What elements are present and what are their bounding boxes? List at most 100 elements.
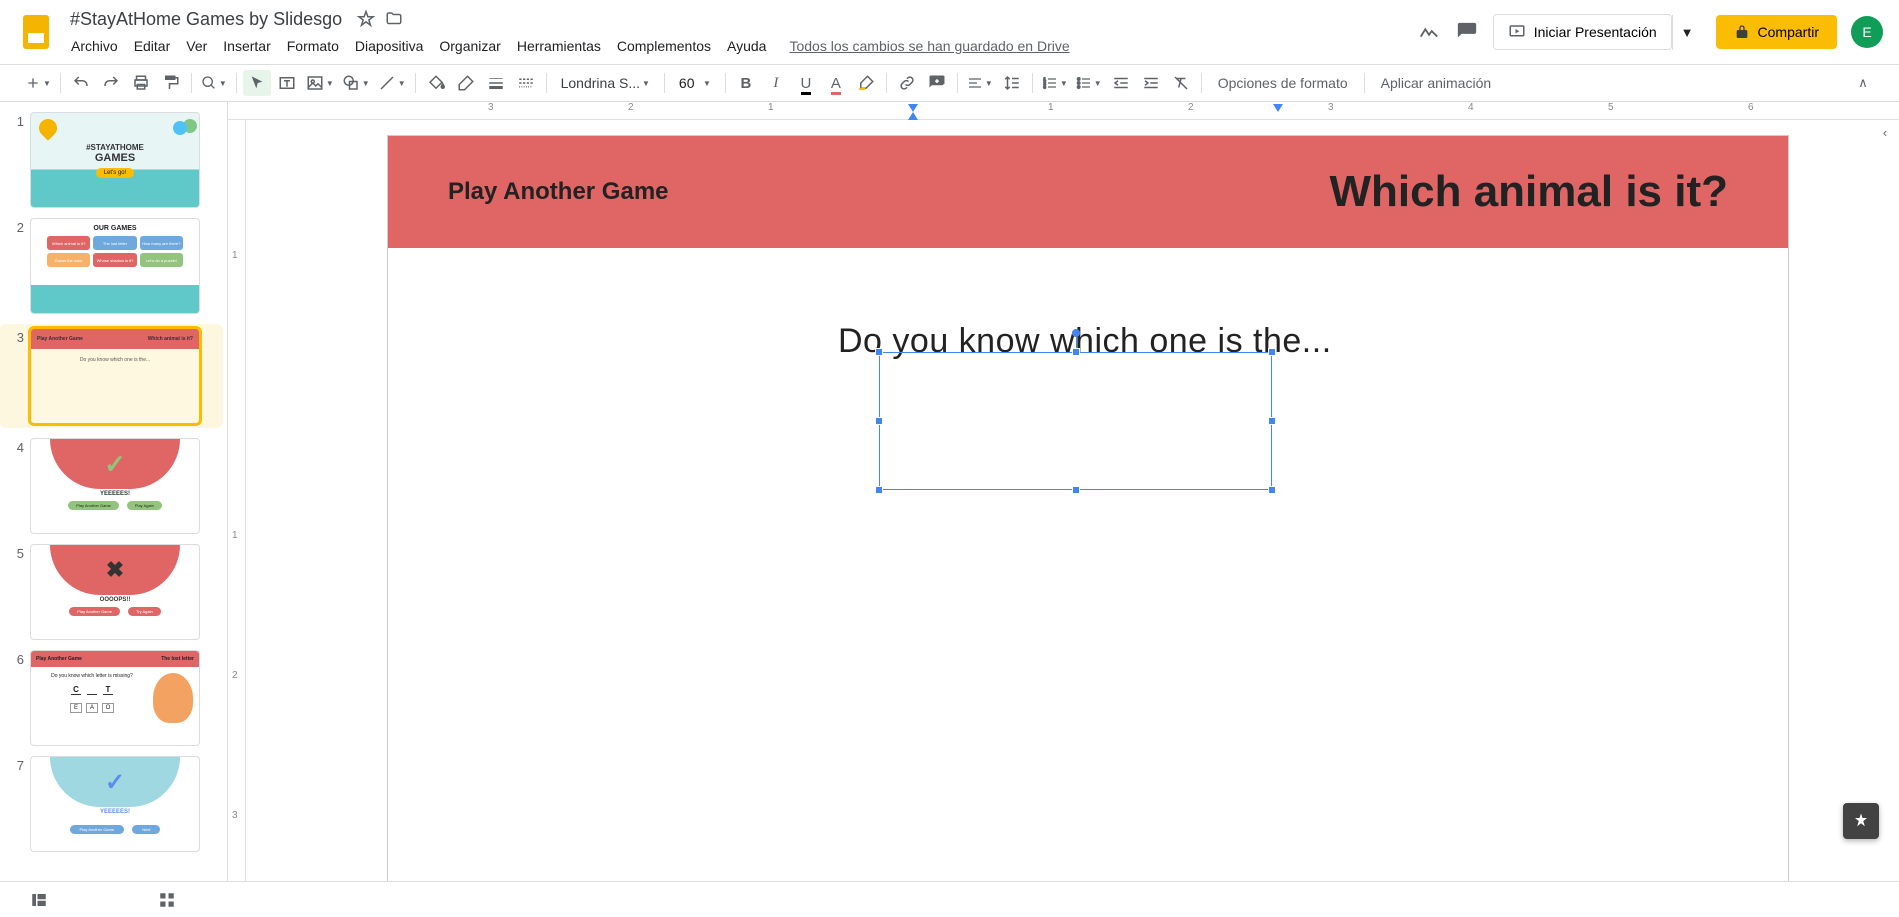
font-name-label: Londrina S... bbox=[561, 75, 640, 91]
save-status[interactable]: Todos los cambios se han guardado en Dri… bbox=[789, 34, 1069, 58]
thumb-label: YEEEEES! bbox=[100, 809, 130, 815]
highlight-button[interactable] bbox=[852, 70, 880, 96]
resize-handle-ne[interactable] bbox=[1268, 348, 1276, 356]
menu-view[interactable]: Ver bbox=[179, 34, 214, 58]
indent-increase-button[interactable] bbox=[1137, 70, 1165, 96]
menu-insert[interactable]: Insertar bbox=[216, 34, 277, 58]
slide-number: 6 bbox=[8, 650, 24, 746]
paint-format-button[interactable] bbox=[157, 70, 185, 96]
menu-edit[interactable]: Editar bbox=[127, 34, 178, 58]
menu-arrange[interactable]: Organizar bbox=[432, 34, 507, 58]
resize-handle-nw[interactable] bbox=[875, 348, 883, 356]
slide-thumb-1[interactable]: 1 #STAYATHOME GAMES Let's go! bbox=[0, 112, 223, 208]
line-tool[interactable]: ▼ bbox=[375, 70, 409, 96]
comments-icon[interactable] bbox=[1455, 20, 1479, 44]
slide-panel[interactable]: 1 #STAYATHOME GAMES Let's go! 2 OUR GAME… bbox=[0, 102, 228, 881]
link-button[interactable] bbox=[893, 70, 921, 96]
zoom-button[interactable]: ▼ bbox=[198, 70, 230, 96]
apply-animation-button[interactable]: Aplicar animación bbox=[1371, 71, 1502, 95]
slide-thumb-4[interactable]: 4 ✓ YEEEEES! Play Another GamePlay Again bbox=[0, 438, 223, 534]
header-right-text[interactable]: Which animal is it? bbox=[1330, 167, 1729, 217]
header-left-text[interactable]: Play Another Game bbox=[448, 178, 669, 206]
thumb-label: Do you know which one is the... bbox=[31, 349, 199, 363]
slide-thumb-6[interactable]: 6 Play Another GameThe lost letter Do yo… bbox=[0, 650, 223, 746]
share-button[interactable]: Compartir bbox=[1716, 15, 1837, 49]
resize-handle-sw[interactable] bbox=[875, 486, 883, 494]
slide-thumb-2[interactable]: 2 OUR GAMES Which animal is it? The lost… bbox=[0, 218, 223, 314]
ruler-tick: 4 bbox=[1468, 102, 1474, 113]
star-icon[interactable] bbox=[356, 9, 376, 29]
font-size-select[interactable]: 60▼ bbox=[671, 71, 719, 95]
filmstrip-view-icon[interactable] bbox=[30, 891, 48, 909]
underline-button[interactable]: U bbox=[792, 70, 820, 96]
resize-handle-n[interactable] bbox=[1072, 348, 1080, 356]
numbered-list-button[interactable]: 123▼ bbox=[1039, 70, 1071, 96]
slide-thumb-7[interactable]: 7 ✓ YEEEEES! Play Another GameNext bbox=[0, 756, 223, 852]
selection-box[interactable] bbox=[879, 352, 1272, 490]
rotation-handle[interactable] bbox=[1072, 329, 1080, 337]
undo-button[interactable] bbox=[67, 70, 95, 96]
resize-handle-e[interactable] bbox=[1268, 417, 1276, 425]
indent-marker-icon[interactable] bbox=[908, 104, 918, 112]
cat-illustration bbox=[153, 673, 193, 723]
ruler-tick: 3 bbox=[1328, 102, 1334, 113]
menu-tools[interactable]: Herramientas bbox=[510, 34, 608, 58]
present-dropdown[interactable]: ▼ bbox=[1672, 15, 1702, 50]
align-button[interactable]: ▼ bbox=[964, 70, 996, 96]
activity-icon[interactable] bbox=[1417, 20, 1441, 44]
indent-marker-icon[interactable] bbox=[908, 112, 918, 120]
menu-help[interactable]: Ayuda bbox=[720, 34, 773, 58]
new-slide-button[interactable]: ▼ bbox=[22, 70, 54, 96]
font-family-select[interactable]: Londrina S...▼ bbox=[553, 71, 658, 95]
grid-view-icon[interactable] bbox=[158, 891, 176, 909]
thumb-label: Play Another Game bbox=[70, 825, 125, 834]
bullet-list-button[interactable]: ▼ bbox=[1073, 70, 1105, 96]
resize-handle-s[interactable] bbox=[1072, 486, 1080, 494]
collapse-sidebar-button[interactable]: ‹ bbox=[1875, 112, 1895, 152]
vertical-ruler[interactable]: 1 1 2 3 bbox=[228, 120, 246, 881]
textbox-tool[interactable] bbox=[273, 70, 301, 96]
resize-handle-w[interactable] bbox=[875, 417, 883, 425]
indent-marker-icon[interactable] bbox=[1273, 104, 1283, 112]
border-weight-button[interactable] bbox=[482, 70, 510, 96]
present-button[interactable]: Iniciar Presentación bbox=[1493, 14, 1672, 50]
indent-decrease-button[interactable] bbox=[1107, 70, 1135, 96]
slide-thumb-5[interactable]: 5 ✖ OOOOPS!! Play Another GameTry Again bbox=[0, 544, 223, 640]
account-avatar[interactable]: E bbox=[1851, 16, 1883, 48]
bold-button[interactable]: B bbox=[732, 70, 760, 96]
move-folder-icon[interactable] bbox=[384, 9, 404, 29]
border-dash-button[interactable] bbox=[512, 70, 540, 96]
border-color-button[interactable] bbox=[452, 70, 480, 96]
italic-button[interactable]: I bbox=[762, 70, 790, 96]
comment-button[interactable] bbox=[923, 70, 951, 96]
slide-thumb-3[interactable]: 3 Play Another GameWhich animal is it? D… bbox=[0, 324, 223, 428]
slide-number: 3 bbox=[8, 328, 24, 424]
slides-logo[interactable] bbox=[16, 12, 56, 52]
print-button[interactable] bbox=[127, 70, 155, 96]
canvas-area[interactable]: 3 2 1 1 2 3 4 5 6 1 1 2 3 Play Another G… bbox=[228, 102, 1899, 881]
menu-format[interactable]: Formato bbox=[280, 34, 346, 58]
thumb-label: OOOOPS!! bbox=[100, 597, 131, 603]
slide-header-shape[interactable]: Play Another Game Which animal is it? bbox=[388, 136, 1788, 248]
menu-addons[interactable]: Complementos bbox=[610, 34, 718, 58]
clear-format-button[interactable] bbox=[1167, 70, 1195, 96]
redo-button[interactable] bbox=[97, 70, 125, 96]
fill-color-button[interactable] bbox=[422, 70, 450, 96]
toolbar-overflow-button[interactable]: ∧ bbox=[1849, 70, 1877, 96]
line-spacing-button[interactable] bbox=[998, 70, 1026, 96]
slide-canvas[interactable]: Play Another Game Which animal is it? Do… bbox=[388, 136, 1788, 881]
doc-title[interactable]: #StayAtHome Games by Slidesgo bbox=[64, 7, 348, 32]
app-header: #StayAtHome Games by Slidesgo Archivo Ed… bbox=[0, 0, 1899, 64]
menu-file[interactable]: Archivo bbox=[64, 34, 125, 58]
menu-bar: Archivo Editar Ver Insertar Formato Diap… bbox=[64, 34, 1417, 58]
thumb-label: Let's go! bbox=[96, 168, 135, 178]
format-options-button[interactable]: Opciones de formato bbox=[1208, 71, 1358, 95]
text-color-button[interactable]: A bbox=[822, 70, 850, 96]
explore-button[interactable] bbox=[1843, 803, 1879, 839]
shape-tool[interactable]: ▼ bbox=[339, 70, 373, 96]
menu-slide[interactable]: Diapositiva bbox=[348, 34, 430, 58]
resize-handle-se[interactable] bbox=[1268, 486, 1276, 494]
horizontal-ruler[interactable]: 3 2 1 1 2 3 4 5 6 bbox=[228, 102, 1899, 120]
select-tool[interactable] bbox=[243, 70, 271, 96]
image-tool[interactable]: ▼ bbox=[303, 70, 337, 96]
